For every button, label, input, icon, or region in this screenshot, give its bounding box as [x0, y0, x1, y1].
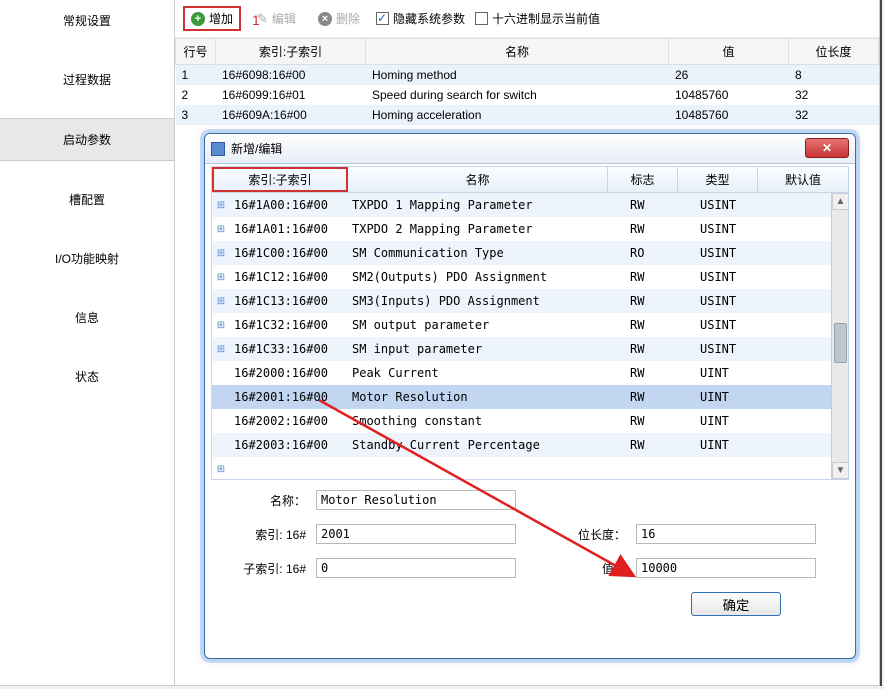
table-row[interactable]: 316#609A:16#00Homing acceleration1048576…: [176, 105, 879, 125]
sidebar-item-label: I/O功能映射: [55, 252, 119, 266]
add-button[interactable]: + 增加: [183, 6, 241, 31]
expand-icon: ⊞: [212, 344, 230, 355]
col-index[interactable]: 索引:子索引: [212, 167, 348, 192]
grid-row[interactable]: ⊞16#1A01:16#00TXPDO 2 Mapping ParameterR…: [212, 217, 848, 241]
grid-row[interactable]: ⊞: [212, 457, 848, 479]
hex-show-label: 十六进制显示当前值: [492, 10, 600, 27]
expand-icon: ⊞: [212, 224, 230, 235]
dialog-title: 新增/编辑: [231, 140, 282, 157]
sidebar-item-label: 信息: [75, 311, 99, 325]
edit-label: 编辑: [272, 10, 296, 27]
value-field[interactable]: [636, 558, 816, 578]
expand-icon: ⊞: [212, 320, 230, 331]
expand-icon: ⊞: [212, 200, 230, 211]
checkbox-icon: [475, 12, 488, 25]
scroll-up-icon[interactable]: ▲: [832, 193, 848, 210]
annotation-1: 1: [252, 12, 260, 28]
index-label: 索引: 16#: [231, 526, 316, 543]
subindex-field[interactable]: [316, 558, 516, 578]
grid-header: 索引:子索引 名称 标志 类型 默认值: [212, 167, 848, 193]
grid-row[interactable]: 16#2000:16#00Peak CurrentRWUINT: [212, 361, 848, 385]
sidebar-item-io-mapping[interactable]: I/O功能映射: [0, 238, 174, 279]
col-type[interactable]: 类型: [678, 167, 758, 192]
x-icon: ×: [318, 12, 332, 26]
ok-label: 确定: [723, 598, 750, 613]
grid-row[interactable]: ⊞16#1C12:16#00SM2(Outputs) PDO Assignmen…: [212, 265, 848, 289]
expand-icon: ⊞: [212, 272, 230, 283]
sidebar-item-general[interactable]: 常规设置: [0, 0, 174, 41]
scrollbar[interactable]: ▲ ▼: [831, 193, 848, 479]
col-bits[interactable]: 位长度: [789, 39, 879, 65]
sidebar-item-label: 启动参数: [63, 133, 111, 147]
col-name[interactable]: 名称: [348, 167, 608, 192]
grid-row[interactable]: 16#2003:16#00Standby Current PercentageR…: [212, 433, 848, 457]
dialog-titlebar[interactable]: 新增/编辑 ✕: [205, 134, 855, 164]
sidebar-item-slot-config[interactable]: 槽配置: [0, 179, 174, 220]
expand-icon: ⊞: [212, 296, 230, 307]
hex-show-checkbox[interactable]: 十六进制显示当前值: [475, 10, 600, 27]
toolbar: + 增加 ✎ 编辑 × 删除 隐藏系统参数 十六进制显示当前值: [175, 0, 879, 38]
right-border: [880, 0, 882, 686]
sidebar-item-label: 槽配置: [69, 193, 105, 207]
startup-params-table: 行号 索引:子索引 名称 值 位长度 116#6098:16#00Homing …: [175, 38, 879, 125]
param-grid: 索引:子索引 名称 标志 类型 默认值 ⊞16#1A00:16#00TXPDO …: [211, 166, 849, 480]
grid-row[interactable]: ⊞16#1A00:16#00TXPDO 1 Mapping ParameterR…: [212, 193, 848, 217]
table-row[interactable]: 116#6098:16#00Homing method268: [176, 65, 879, 86]
grid-row[interactable]: ⊞16#1C32:16#00SM output parameterRWUSINT: [212, 313, 848, 337]
table-row[interactable]: 216#6099:16#01Speed during search for sw…: [176, 85, 879, 105]
value-label: 值：: [516, 560, 636, 577]
col-flag[interactable]: 标志: [608, 167, 678, 192]
bits-field[interactable]: [636, 524, 816, 544]
sidebar-item-label: 过程数据: [63, 73, 111, 87]
index-field[interactable]: [316, 524, 516, 544]
subindex-label: 子索引: 16#: [231, 560, 316, 577]
expand-icon: ⊞: [212, 248, 230, 259]
ok-button[interactable]: 确定: [691, 592, 781, 616]
sidebar-item-label: 常规设置: [63, 14, 111, 28]
hide-sys-checkbox[interactable]: 隐藏系统参数: [376, 10, 465, 27]
sidebar-item-label: 状态: [75, 370, 99, 384]
sidebar: 常规设置 过程数据 启动参数 槽配置 I/O功能映射 信息 状态: [0, 0, 175, 685]
bits-label: 位长度：: [516, 526, 636, 543]
scroll-thumb[interactable]: [834, 323, 847, 363]
add-label: 增加: [209, 10, 233, 27]
plus-icon: +: [191, 12, 205, 26]
sidebar-item-process-data[interactable]: 过程数据: [0, 59, 174, 100]
name-field[interactable]: [316, 490, 516, 510]
close-button[interactable]: ✕: [805, 138, 849, 158]
hide-sys-label: 隐藏系统参数: [393, 10, 465, 27]
grid-rows[interactable]: ⊞16#1A00:16#00TXPDO 1 Mapping ParameterR…: [212, 193, 848, 479]
grid-row[interactable]: 16#2002:16#00Smoothing constantRWUINT: [212, 409, 848, 433]
col-idx[interactable]: 索引:子索引: [216, 39, 366, 65]
grid-row[interactable]: ⊞16#1C33:16#00SM input parameterRWUSINT: [212, 337, 848, 361]
edit-form: 名称： 索引: 16# 位长度： 子索引: 16# 值： 确定: [211, 480, 849, 616]
sidebar-item-startup-params[interactable]: 启动参数: [0, 118, 174, 161]
delete-label: 删除: [336, 10, 360, 27]
grid-row[interactable]: 16#2001:16#00Motor ResolutionRWUINT: [212, 385, 848, 409]
grid-row[interactable]: ⊞16#1C00:16#00SM Communication TypeROUSI…: [212, 241, 848, 265]
col-default[interactable]: 默认值: [758, 167, 848, 192]
sidebar-item-status[interactable]: 状态: [0, 356, 174, 397]
expand-icon: ⊞: [212, 464, 230, 475]
checkbox-icon: [376, 12, 389, 25]
delete-button[interactable]: × 删除: [312, 8, 366, 29]
col-val[interactable]: 值: [669, 39, 789, 65]
add-edit-dialog: 新增/编辑 ✕ 索引:子索引 名称 标志 类型 默认值 ⊞16#1A00:16#…: [204, 133, 856, 659]
col-name[interactable]: 名称: [366, 39, 669, 65]
name-label: 名称：: [231, 492, 316, 509]
sidebar-item-info[interactable]: 信息: [0, 297, 174, 338]
window-icon: [211, 142, 225, 156]
scroll-down-icon[interactable]: ▼: [832, 462, 848, 479]
col-row[interactable]: 行号: [176, 39, 216, 65]
grid-row[interactable]: ⊞16#1C13:16#00SM3(Inputs) PDO Assignment…: [212, 289, 848, 313]
